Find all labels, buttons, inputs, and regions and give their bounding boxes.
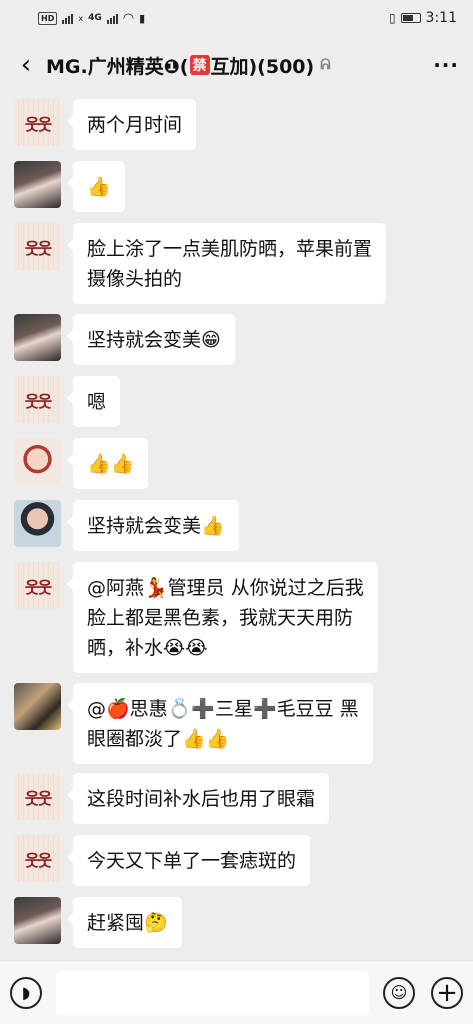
message-bubble[interactable]: 👍 (67, 161, 125, 212)
notification-icon: ▮ (139, 11, 146, 25)
message-item: 웃웃 @阿燕💃管理员 从你说过之后我 脸上都是黑色素，我就天天用防 晒，补水😭😭 (14, 562, 378, 673)
input-bar: ◗ ☺ + (0, 960, 473, 1024)
avatar-red-figures[interactable]: 웃웃 (14, 562, 61, 609)
avatar-group-photo[interactable] (14, 683, 61, 730)
message-bubble[interactable]: 两个月时间 (66, 99, 197, 150)
status-left: HD x 4G ◠ ▮ (38, 11, 145, 26)
ear-icon: ᕱ (320, 57, 331, 73)
message-bubble[interactable]: 👍👍 (66, 438, 149, 489)
wifi-icon: ◠ (122, 10, 135, 26)
message-input[interactable] (56, 970, 369, 1015)
avatar-red-figures[interactable]: 웃웃 (14, 376, 61, 423)
avatar-woman-photo[interactable] (14, 897, 61, 944)
battery-icon (400, 13, 421, 23)
signal-icon-2 (106, 12, 118, 24)
message-item: 坚持就会变美😁 (14, 314, 235, 365)
avatar-red-figures[interactable]: 웃웃 (14, 835, 61, 882)
message-item: 웃웃 两个月时间 (14, 99, 197, 150)
avatar-woman-red-photo[interactable] (14, 438, 61, 485)
signal-icon (62, 12, 74, 24)
message-bubble[interactable]: 今天又下单了一套痣斑的 (66, 835, 311, 886)
no-signal-mark: x (78, 13, 84, 23)
avatar-red-figures[interactable]: 웃웃 (14, 99, 61, 146)
more-options-icon[interactable]: ··· (433, 53, 459, 77)
ban-badge: 禁 (189, 55, 210, 75)
message-item: 웃웃 这段时间补水后也用了眼霜 (14, 773, 330, 824)
message-item: 👍 (14, 161, 125, 212)
emoji-icon[interactable]: ☺ (383, 976, 415, 1009)
message-bubble[interactable]: 这段时间补水后也用了眼霜 (66, 773, 330, 824)
message-item: 웃웃 嗯 (14, 376, 121, 427)
avatar-woman-photo[interactable] (14, 161, 61, 208)
chat-header: ‹ MG.广州精英❶( 禁 互加)(500) ᕱ ··· (0, 36, 473, 94)
message-item: @🍎思惠💍➕三星➕毛豆豆 黑 眼圈都淡了👍👍 (14, 683, 373, 764)
vibrate-icon: ▯ (388, 11, 396, 25)
message-bubble[interactable]: @🍎思惠💍➕三星➕毛豆豆 黑 眼圈都淡了👍👍 (67, 683, 373, 764)
message-item: 웃웃 脸上涂了一点美肌防晒，苹果前置 摄像头拍的 (14, 223, 387, 304)
input-actions: ☺ + (383, 976, 463, 1009)
message-bubble[interactable]: 坚持就会变美👍 (67, 500, 239, 551)
message-bubble[interactable]: 脸上涂了一点美肌防晒，苹果前置 摄像头拍的 (66, 223, 387, 304)
avatar-woman-photo[interactable] (14, 314, 61, 361)
title-suffix: 互加)(500) (210, 55, 315, 78)
voice-input-icon[interactable]: ◗ (10, 976, 42, 1009)
message-bubble[interactable]: 赶紧囤🤔 (67, 897, 182, 948)
plus-icon[interactable]: + (431, 976, 463, 1009)
hd-icon: HD (38, 11, 58, 25)
chat-title: MG.广州精英❶( 禁 互加)(500) ᕱ (46, 52, 433, 79)
message-bubble[interactable]: 嗯 (66, 376, 121, 427)
avatar-woman-dark-photo[interactable] (14, 500, 61, 547)
message-item: 坚持就会变美👍 (14, 500, 239, 551)
back-arrow-icon[interactable]: ‹ (12, 50, 40, 80)
message-item: 👍👍 (14, 438, 149, 489)
message-list: 웃웃 两个月时间 👍 웃웃 脸上涂了一点美肌防晒，苹果前置 摄像头拍的 坚持就会… (0, 94, 473, 960)
status-bar: HD x 4G ◠ ▮ ▯ 3:11 (0, 0, 473, 36)
message-bubble[interactable]: @阿燕💃管理员 从你说过之后我 脸上都是黑色素，我就天天用防 晒，补水😭😭 (67, 562, 378, 673)
status-right: ▯ 3:11 (389, 10, 457, 26)
message-item: 赶紧囤🤔 (14, 897, 182, 948)
network-type: 4G (88, 13, 102, 23)
avatar-red-figures[interactable]: 웃웃 (14, 223, 61, 270)
clock: 3:11 (425, 10, 457, 26)
message-item: 웃웃 今天又下单了一套痣斑的 (14, 835, 311, 886)
avatar-red-figures[interactable]: 웃웃 (14, 773, 61, 820)
message-bubble[interactable]: 坚持就会变美😁 (67, 314, 235, 365)
title-prefix: MG.广州精英❶( (46, 55, 189, 78)
